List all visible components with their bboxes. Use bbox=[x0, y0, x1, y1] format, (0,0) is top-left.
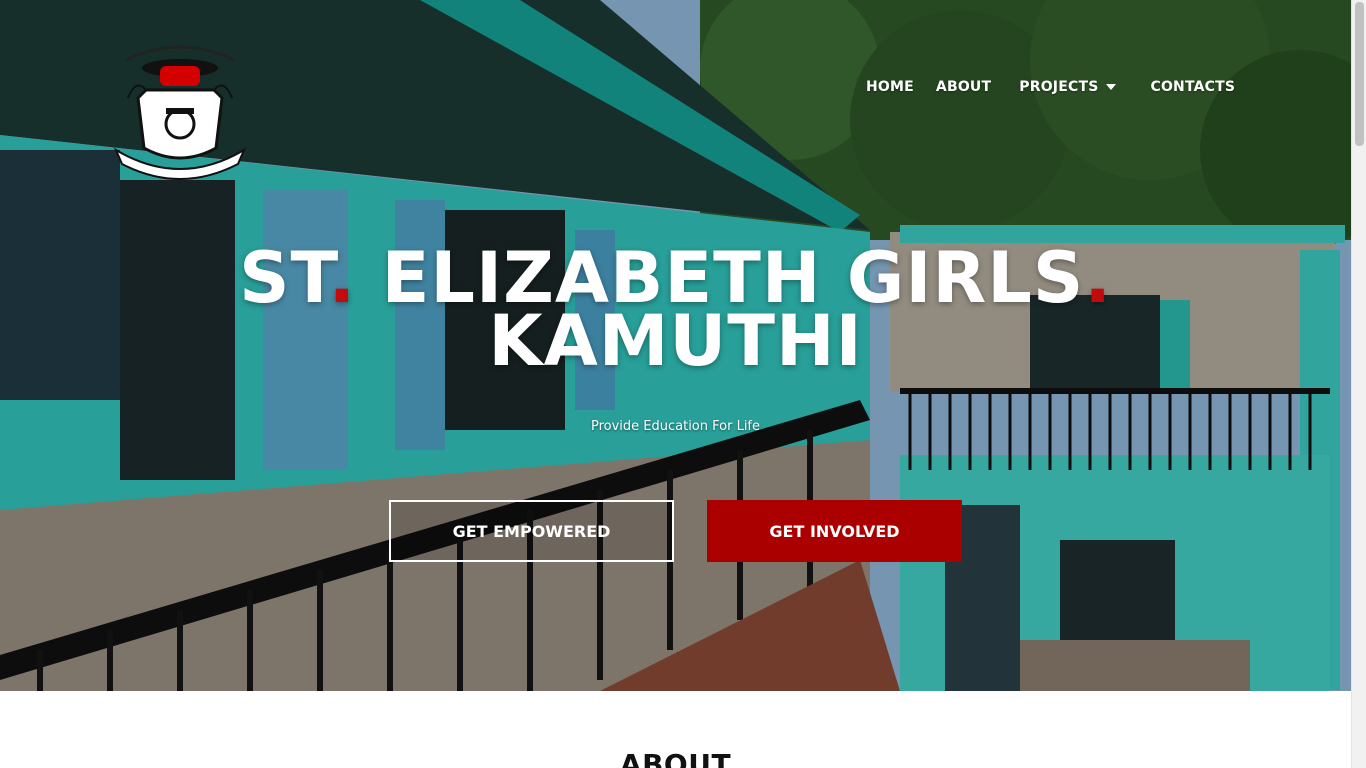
title-word-st: ST bbox=[239, 237, 329, 319]
nav-home-link[interactable]: HOME bbox=[866, 79, 914, 95]
main-navigation: HOME ABOUT PROJECTS CONTACTS bbox=[866, 77, 1235, 97]
get-empowered-button[interactable]: GET EMPOWERED bbox=[389, 500, 674, 562]
nav-contacts-link[interactable]: CONTACTS bbox=[1150, 79, 1235, 95]
nav-projects-label: PROJECTS bbox=[1019, 79, 1099, 95]
about-section-title: ABOUT bbox=[619, 748, 732, 768]
page-scrollbar[interactable] bbox=[1351, 0, 1366, 768]
title-dot: . bbox=[328, 237, 357, 319]
nav-about-link[interactable]: ABOUT bbox=[936, 79, 991, 95]
school-crest-logo[interactable] bbox=[106, 38, 254, 182]
hero-tagline: Provide Education For Life bbox=[590, 419, 761, 434]
scrollbar-thumb[interactable] bbox=[1355, 2, 1364, 146]
hero-title-line2: KAMUTHI bbox=[488, 300, 863, 382]
nav-projects-dropdown[interactable]: PROJECTS bbox=[1019, 79, 1117, 95]
chevron-down-icon bbox=[1106, 84, 1117, 90]
title-dot: . bbox=[1084, 237, 1112, 319]
get-involved-button[interactable]: GET INVOLVED bbox=[707, 500, 962, 562]
